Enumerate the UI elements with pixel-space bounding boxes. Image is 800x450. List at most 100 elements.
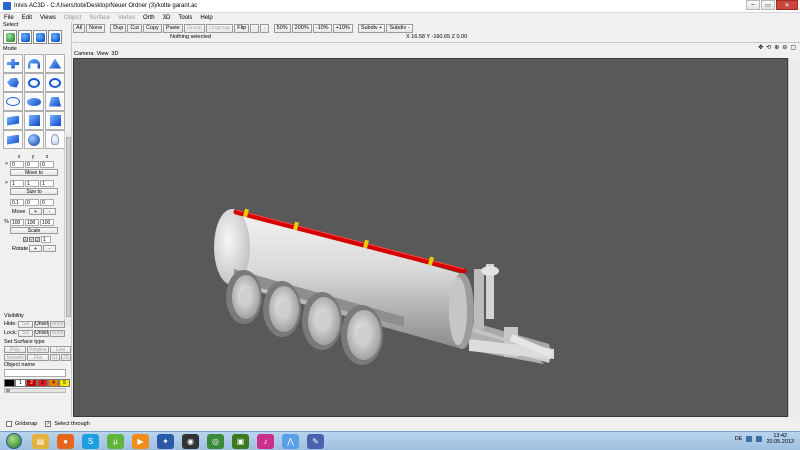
rotate-plus-button[interactable]: +: [29, 245, 42, 252]
mode-poly-button[interactable]: [3, 111, 23, 130]
nvidia-icon[interactable]: ▣: [232, 433, 249, 449]
size-z-field[interactable]: 1: [40, 179, 54, 187]
move-step-x-field[interactable]: 0.1: [10, 198, 24, 206]
palette-scrollbar[interactable]: [4, 388, 66, 393]
toolbar-paste-button[interactable]: Paste: [162, 23, 183, 33]
toolbar-none-button[interactable]: None: [86, 23, 106, 33]
menu-3d[interactable]: 3D: [159, 15, 175, 21]
toolbar-group-button[interactable]: Group: [183, 23, 206, 33]
mode-circle-button[interactable]: [3, 92, 23, 111]
move-step-y-field[interactable]: 0: [25, 198, 39, 206]
rotate-y-check[interactable]: Y: [29, 236, 34, 242]
firefox-icon[interactable]: ●: [57, 433, 74, 449]
zoom-out-icon[interactable]: ⊖: [782, 44, 787, 51]
mode-rect-button[interactable]: [45, 92, 65, 111]
menu-orth[interactable]: Orth: [139, 15, 159, 21]
zoom-in-icon[interactable]: ⊕: [774, 44, 779, 51]
clock[interactable]: 13:42 20.05.2013: [766, 433, 794, 445]
3d-viewport[interactable]: [73, 58, 788, 417]
toolbar-arrow-10-button[interactable]: ↑: [250, 23, 259, 33]
menu-object[interactable]: Object: [60, 15, 85, 21]
surface-poly-button[interactable]: Poly: [4, 346, 26, 353]
gridsnap-checkbox[interactable]: [6, 421, 12, 427]
menu-vertex[interactable]: Vertex: [114, 15, 139, 21]
toolbar-dup-button[interactable]: Dup: [110, 23, 127, 33]
surface-flat-button[interactable]: Flat: [27, 354, 49, 361]
lock-none-button[interactable]: None: [50, 329, 65, 337]
chrome-icon[interactable]: ◎: [207, 433, 224, 449]
tab-3d[interactable]: 3D: [111, 51, 118, 58]
mode-shape-button[interactable]: [3, 73, 23, 92]
menu-views[interactable]: Views: [36, 15, 60, 21]
palette-scroll-thumb[interactable]: [6, 389, 10, 392]
start-button[interactable]: [6, 433, 22, 449]
toolbar-flip-button[interactable]: Flip: [234, 23, 250, 33]
palette-swatch[interactable]: 4: [48, 379, 59, 387]
lock-sel-button[interactable]: Sel: [18, 329, 33, 337]
menu-surface[interactable]: Surface: [85, 15, 114, 21]
minimize-button[interactable]: –: [746, 0, 760, 10]
toolbar-all-button[interactable]: All: [73, 23, 86, 33]
move-plus-button[interactable]: +: [29, 208, 42, 215]
game-icon[interactable]: ✦: [157, 433, 174, 449]
toolbar-50-button[interactable]: 50%: [273, 23, 291, 33]
editor-icon[interactable]: ✎: [307, 433, 324, 449]
media-player-icon[interactable]: ▶: [132, 433, 149, 449]
surface-single-sided-button[interactable]: S1: [50, 354, 60, 361]
mode-twist-button[interactable]: [45, 73, 65, 92]
close-button[interactable]: ✕: [776, 0, 798, 10]
surface-smooth-button[interactable]: Smooth: [4, 354, 26, 361]
rotate-icon[interactable]: ⟲: [766, 44, 771, 51]
toolbar-cut-button[interactable]: Cut: [127, 23, 142, 33]
select-vertex-icon[interactable]: [33, 30, 47, 44]
palette-swatch[interactable]: 1: [15, 379, 26, 387]
move-to-button[interactable]: Move to: [10, 169, 58, 176]
select-group-icon[interactable]: [3, 30, 17, 44]
scrollbar-thumb[interactable]: [66, 137, 71, 317]
toolbar-200-button[interactable]: 200%: [291, 23, 312, 33]
palette-swatch[interactable]: 2: [26, 379, 37, 387]
maximize-button[interactable]: ▭: [761, 0, 775, 10]
mode-move-button[interactable]: [3, 54, 23, 73]
skype-icon[interactable]: S: [82, 433, 99, 449]
menu-help[interactable]: Help: [196, 15, 216, 21]
scale-y-field[interactable]: 100: [25, 218, 39, 226]
ac3d-icon[interactable]: ⋀: [282, 433, 299, 449]
rotate-x-check[interactable]: X: [23, 236, 28, 242]
mode-box-button[interactable]: [24, 111, 44, 130]
hide-unsel-button[interactable]: Unsel: [34, 320, 49, 328]
size-y-field[interactable]: 1: [25, 179, 39, 187]
tab-camera[interactable]: Camera: [74, 51, 94, 58]
itunes-icon[interactable]: ♪: [257, 433, 274, 449]
move-y-field[interactable]: 0: [25, 160, 39, 168]
mode-cylinder-button[interactable]: [3, 130, 23, 149]
menu-file[interactable]: File: [0, 15, 18, 21]
move-arrows-icon[interactable]: ✥: [758, 44, 763, 51]
move-minus-button[interactable]: -: [43, 208, 56, 215]
viewport-scrollbar[interactable]: [788, 58, 800, 417]
recorder-icon[interactable]: ◉: [182, 433, 199, 449]
mode-bend-button[interactable]: [24, 54, 44, 73]
move-z-field[interactable]: 0: [40, 160, 54, 168]
select-surface-icon[interactable]: [48, 30, 62, 44]
select-through-checkbox[interactable]: ✓: [45, 421, 52, 427]
toolbar-subdiv-button[interactable]: Subdiv -: [386, 23, 413, 33]
mode-taper-button[interactable]: [45, 54, 65, 73]
surface-polyline-button[interactable]: Polyline: [27, 346, 49, 353]
language-indicator[interactable]: DE: [735, 436, 743, 442]
palette-swatch[interactable]: 3: [37, 379, 48, 387]
toolbar-10-button[interactable]: -10%: [312, 23, 332, 33]
size-to-button[interactable]: Size to: [10, 188, 58, 195]
mode-ellipse-button[interactable]: [24, 92, 44, 111]
mode-rotate-button[interactable]: [24, 73, 44, 92]
palette-swatch[interactable]: [4, 379, 15, 387]
left-panel-scrollbar[interactable]: [64, 131, 71, 326]
hide-none-button[interactable]: None: [50, 320, 65, 328]
tab-view[interactable]: View: [97, 51, 109, 58]
network-icon[interactable]: [746, 436, 753, 442]
utorrent-icon[interactable]: µ: [107, 433, 124, 449]
rotate-angle-field[interactable]: 1: [41, 235, 51, 243]
move-x-field[interactable]: 0: [10, 160, 24, 168]
mode-sphere-button[interactable]: [24, 130, 44, 149]
size-x-field[interactable]: 1: [10, 179, 24, 187]
